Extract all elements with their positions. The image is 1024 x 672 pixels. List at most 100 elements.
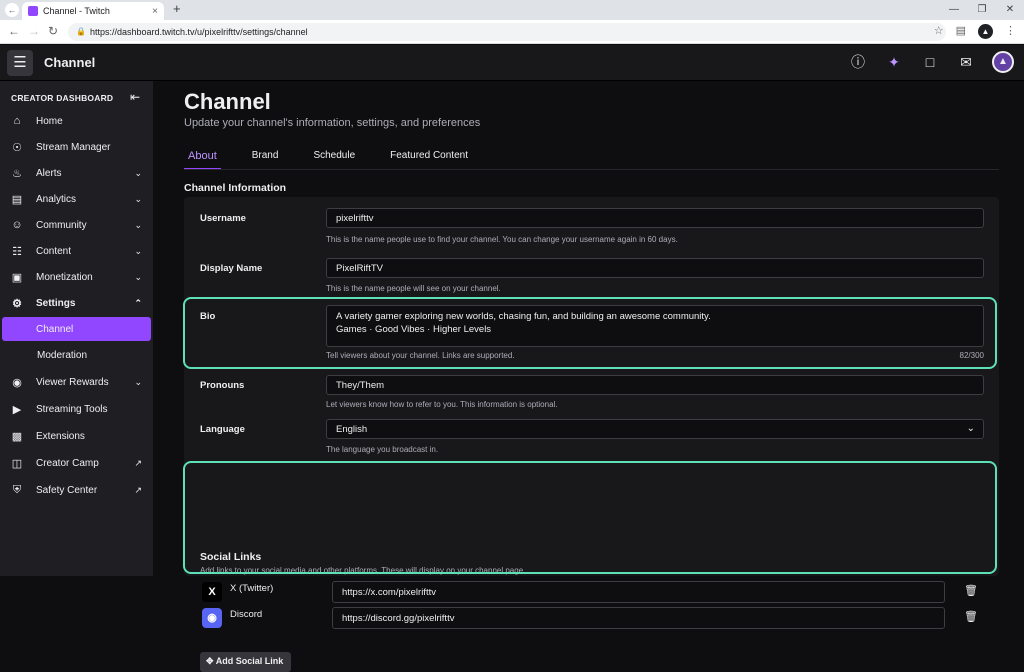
inbox-icon[interactable]: ✉ xyxy=(956,54,976,71)
pronouns-field[interactable]: They/Them xyxy=(326,375,984,395)
display-name-label: Display Name xyxy=(200,263,263,274)
sidebar-item-label: Monetization xyxy=(36,271,93,283)
sidebar-item-streaming-tools[interactable]: ▶ Streaming Tools xyxy=(0,397,153,421)
social-links-highlight xyxy=(183,461,997,574)
tab-brand[interactable]: Brand xyxy=(248,149,283,170)
chevron-down-icon: ⌄ xyxy=(134,193,142,204)
lock-icon: 🔒 xyxy=(76,27,86,36)
chart-icon: ▤ xyxy=(11,193,23,206)
add-social-link-button[interactable]: ✥ Add Social Link xyxy=(200,652,292,672)
social-link-name: Discord xyxy=(230,609,263,620)
back-button[interactable]: ← xyxy=(8,24,20,38)
bell-icon: ♨ xyxy=(12,167,22,180)
sparkle-icon[interactable]: ✦ xyxy=(884,54,904,71)
help-icon[interactable]: ⓘ xyxy=(848,52,868,72)
sidebar-item-creator-camp[interactable]: ◫ Creator Camp ↗ xyxy=(0,451,153,475)
close-window-button[interactable]: ✕ xyxy=(996,0,1024,20)
content-icon: ☷ xyxy=(12,245,22,258)
sidebar-item-safety-center[interactable]: ⛨ Safety Center ↗ xyxy=(0,478,153,502)
sidebar-item-community[interactable]: ☺ Community ⌄ xyxy=(0,213,153,237)
bookmark-star-icon[interactable]: ☆ xyxy=(934,24,944,39)
username-help: This is the name people use to find your… xyxy=(326,235,678,244)
sidebar: CREATOR DASHBOARD ⇤ ⌂ Home ☉ Stream Manage… xyxy=(0,81,153,576)
sidebar-item-extensions[interactable]: ▩ Extensions xyxy=(0,424,153,448)
tab-featured-content[interactable]: Featured Content xyxy=(386,149,472,170)
hamburger-menu-button[interactable]: ☰ xyxy=(7,50,33,76)
chevron-down-icon: ⌄ xyxy=(134,245,142,256)
trash-icon[interactable]: 🗑 xyxy=(964,584,978,597)
chevron-down-icon: ⌄ xyxy=(134,271,142,282)
sidebar-item-content[interactable]: ☷ Content ⌄ xyxy=(0,239,153,263)
menu-dots-icon[interactable]: ⋮ xyxy=(1005,24,1016,39)
book-icon: ◫ xyxy=(11,457,23,470)
sidebar-item-channel[interactable]: Channel xyxy=(2,317,151,341)
add-social-link-label: Add Social Link xyxy=(215,656,284,666)
url-field[interactable]: 🔒 https://dashboard.twitch.tv/u/pixelrif… xyxy=(68,23,946,41)
maximize-button[interactable]: ❐ xyxy=(968,0,996,20)
pronouns-help: Let viewers know how to refer to you. Th… xyxy=(326,400,558,409)
tab-divider xyxy=(184,169,999,170)
page-title: Channel xyxy=(184,89,271,114)
profile-icon[interactable]: ▲ xyxy=(978,24,993,39)
language-select[interactable]: English ⌄ xyxy=(326,419,984,439)
chat-icon[interactable]: □ xyxy=(920,54,940,70)
sidebar-item-analytics[interactable]: ▤ Analytics ⌄ xyxy=(0,187,153,211)
home-icon: ⌂ xyxy=(13,115,21,127)
display-name-field[interactable]: PixelRiftTV xyxy=(326,258,984,278)
language-label: Language xyxy=(200,424,245,435)
username-label: Username xyxy=(200,213,246,224)
rewards-icon: ◉ xyxy=(12,376,22,389)
gear-icon: ⚙ xyxy=(12,297,22,310)
collapse-sidebar-icon[interactable]: ⇤ xyxy=(130,90,140,104)
page-subtitle: Update your channel's information, setti… xyxy=(184,117,481,129)
sidebar-item-monetization[interactable]: ▣ Monetization ⌄ xyxy=(0,265,153,289)
chevron-down-icon: ⌄ xyxy=(134,167,142,178)
x-icon: X xyxy=(202,582,222,602)
sidebar-item-label: Content xyxy=(36,245,72,257)
sidebar-item-label: Safety Center xyxy=(36,484,98,496)
tab-search-icon[interactable]: ← xyxy=(5,3,19,17)
sidebar-item-alerts[interactable]: ♨ Alerts ⌄ xyxy=(0,161,153,185)
sidebar-item-label: Home xyxy=(36,115,63,127)
tab-schedule[interactable]: Schedule xyxy=(309,149,359,170)
browser-tab[interactable]: Channel - Twitch × xyxy=(22,2,164,20)
external-link-icon: ↗ xyxy=(134,457,142,468)
sidebar-item-label: Settings xyxy=(36,297,76,309)
language-value: English xyxy=(336,424,368,435)
sidebar-item-moderation[interactable]: Moderation xyxy=(0,343,153,367)
tab-title: Channel - Twitch xyxy=(43,6,110,16)
username-field[interactable]: pixelrifttv xyxy=(326,208,984,228)
minimize-button[interactable]: — xyxy=(940,0,968,20)
bio-highlight xyxy=(183,297,997,369)
sidebar-item-label: Channel xyxy=(36,323,74,335)
new-tab-button[interactable]: + xyxy=(173,1,181,16)
tab-about[interactable]: About xyxy=(184,149,221,170)
pronouns-label: Pronouns xyxy=(200,380,245,391)
forward-button[interactable]: → xyxy=(28,24,40,38)
social-link-row: ◉ Discord https://discord.gg/pixelrifttv… xyxy=(200,607,985,630)
trash-icon[interactable]: 🗑 xyxy=(964,610,978,623)
sidebar-item-label: Community xyxy=(36,219,87,231)
social-link-row: X X (Twitter) https://x.com/pixelrifttv … xyxy=(200,581,985,604)
social-link-url-field[interactable]: https://discord.gg/pixelrifttv xyxy=(332,607,945,629)
sidebar-item-stream-manager[interactable]: ☉ Stream Manager xyxy=(0,135,153,159)
sidebar-item-home[interactable]: ⌂ Home xyxy=(0,109,153,133)
broadcast-icon: ☉ xyxy=(12,141,22,154)
sidebar-item-label: Viewer Rewards xyxy=(36,376,109,388)
app-title: Channel xyxy=(44,55,96,70)
avatar[interactable]: ▲ xyxy=(992,51,1014,73)
app-top-bar: ☰ Channel ⓘ ✦ □ ✉ ▲ xyxy=(0,45,1024,81)
social-link-url-field[interactable]: https://x.com/pixelrifttv xyxy=(332,581,945,603)
monetization-icon: ▣ xyxy=(11,271,23,284)
sidebar-item-label: Alerts xyxy=(36,167,62,179)
sidebar-item-settings[interactable]: ⚙ Settings ⌃ xyxy=(0,291,153,315)
close-tab-icon[interactable]: × xyxy=(152,6,158,17)
video-icon: ▶ xyxy=(12,403,22,416)
reload-button[interactable]: ↻ xyxy=(48,24,58,38)
cast-icon[interactable]: ▤ xyxy=(956,24,966,39)
community-icon: ☺ xyxy=(11,219,23,231)
sidebar-item-label: Streaming Tools xyxy=(36,403,108,415)
language-help: The language you broadcast in. xyxy=(326,445,439,454)
sidebar-item-viewer-rewards[interactable]: ◉ Viewer Rewards ⌄ xyxy=(0,370,153,394)
sidebar-item-label: Extensions xyxy=(36,430,85,442)
